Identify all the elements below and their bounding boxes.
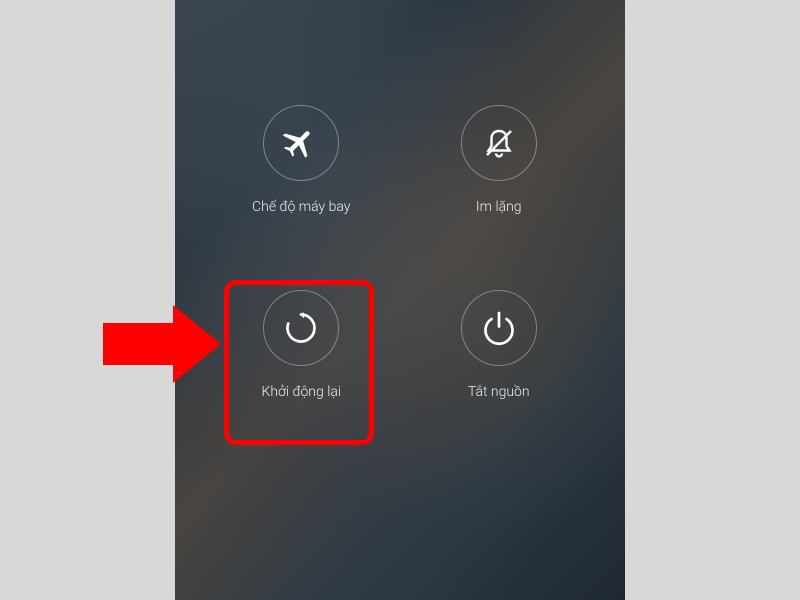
options-grid: Chế độ máy bay Im lặng Khởi động lại bbox=[240, 105, 560, 400]
restart-label: Khởi động lại bbox=[262, 384, 341, 400]
power-off-label: Tắt nguồn bbox=[468, 384, 530, 400]
power-off-option[interactable]: Tắt nguồn bbox=[438, 290, 561, 400]
airplane-mode-label: Chế độ máy bay bbox=[252, 199, 350, 215]
airplane-icon bbox=[263, 105, 339, 181]
restart-option[interactable]: Khởi động lại bbox=[240, 290, 363, 400]
bell-slash-icon bbox=[461, 105, 537, 181]
airplane-mode-option[interactable]: Chế độ máy bay bbox=[240, 105, 363, 215]
power-menu-screen: Chế độ máy bay Im lặng Khởi động lại bbox=[175, 0, 625, 600]
silent-mode-option[interactable]: Im lặng bbox=[438, 105, 561, 215]
restart-icon bbox=[263, 290, 339, 366]
silent-mode-label: Im lặng bbox=[476, 199, 522, 215]
power-icon bbox=[461, 290, 537, 366]
